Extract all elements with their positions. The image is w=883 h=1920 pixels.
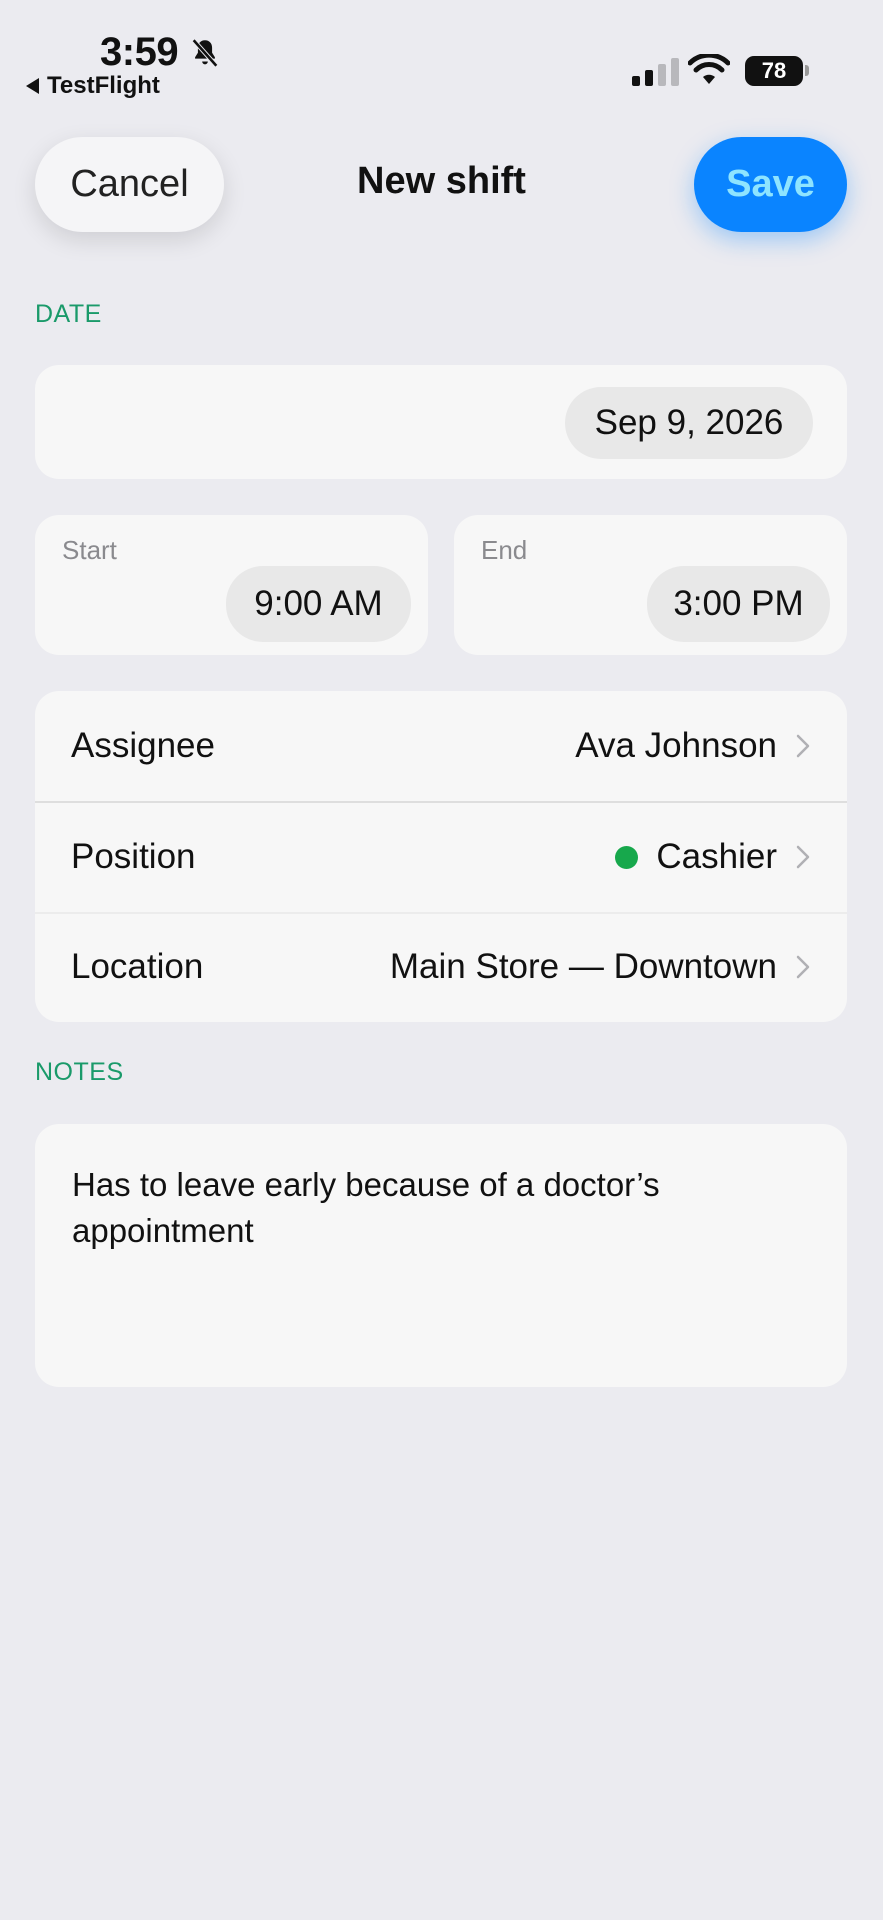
date-card: Sep 9, 2026 [35,365,847,479]
chevron-right-icon [796,734,810,758]
chevron-right-icon [796,955,810,979]
details-card: Assignee Ava Johnson Position Cashier Lo… [35,691,847,1022]
position-label: Position [71,837,196,876]
position-value-wrap: Cashier [615,837,777,877]
location-row[interactable]: Location Main Store — Downtown [35,912,847,1022]
new-shift-screen: 3:59 TestFlight 78 Cancel New shift Save… [0,0,883,1920]
battery-icon: 78 [745,56,803,86]
location-label: Location [71,947,204,986]
notes-field[interactable]: Has to leave early because of a doctor’s… [35,1124,847,1387]
save-button[interactable]: Save [694,137,847,232]
signal-icon [632,58,679,86]
position-row[interactable]: Position Cashier [35,802,847,912]
wifi-icon [688,54,730,84]
assignee-row[interactable]: Assignee Ava Johnson [35,691,847,801]
back-to-testflight[interactable]: TestFlight [26,72,160,100]
end-time-card: End 3:00 PM [454,515,847,655]
start-label: Start [62,535,117,565]
end-time-picker[interactable]: 3:00 PM [647,566,830,642]
position-color-dot [615,845,639,869]
status-time: 3:59 [100,30,179,74]
back-triangle-icon [26,78,39,94]
chevron-right-icon [796,845,810,869]
date-section-header: DATE [35,300,102,328]
end-label: End [481,535,528,565]
assignee-value: Ava Johnson [575,726,777,765]
bell-slash-icon [191,38,219,68]
start-time-card: Start 9:00 AM [35,515,428,655]
notes-text: Has to leave early because of a doctor’s… [72,1166,660,1249]
location-value: Main Store — Downtown [389,947,777,986]
battery-nub [805,65,809,76]
assignee-label: Assignee [71,726,215,765]
start-time-picker[interactable]: 9:00 AM [226,566,411,642]
assignee-value-wrap: Ava Johnson [575,726,777,766]
position-value: Cashier [656,837,777,876]
date-picker[interactable]: Sep 9, 2026 [565,387,813,459]
location-value-wrap: Main Store — Downtown [390,947,777,987]
back-app-label: TestFlight [47,72,160,99]
notes-section-header: NOTES [35,1058,124,1086]
